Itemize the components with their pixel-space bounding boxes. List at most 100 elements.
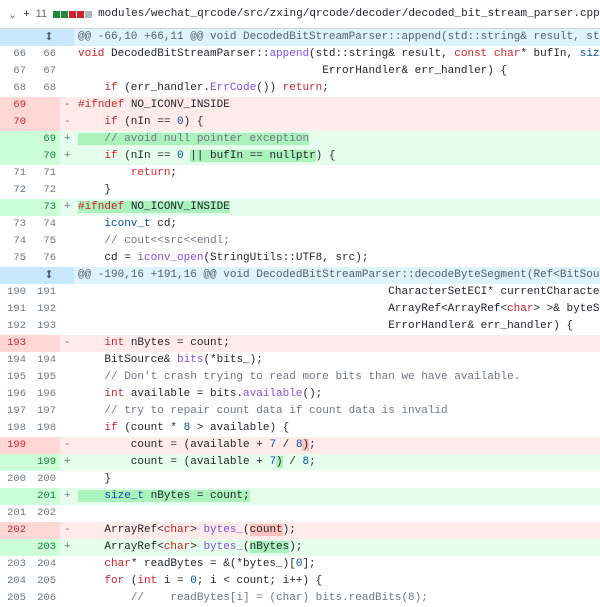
new-line-number[interactable] <box>30 114 60 131</box>
new-line-number[interactable]: 70 <box>30 148 60 165</box>
new-line-number[interactable]: 200 <box>30 471 60 488</box>
code-content[interactable]: int available = bits.available(); <box>74 386 600 403</box>
new-line-number[interactable]: 69 <box>30 131 60 148</box>
expand-icon[interactable] <box>0 29 60 46</box>
code-content[interactable]: #ifndef NO_ICONV_INSIDE <box>74 199 600 216</box>
new-line-number[interactable]: 73 <box>30 199 60 216</box>
code-content[interactable]: BitSource& bits(*bits_); <box>74 352 600 369</box>
old-line-number[interactable] <box>0 488 30 505</box>
new-line-number[interactable] <box>30 97 60 114</box>
new-line-number[interactable]: 193 <box>30 318 60 335</box>
new-line-number[interactable]: 195 <box>30 369 60 386</box>
old-line-number[interactable]: 200 <box>0 471 30 488</box>
old-line-number[interactable]: 196 <box>0 386 30 403</box>
old-line-number[interactable]: 194 <box>0 352 30 369</box>
old-line-number[interactable]: 67 <box>0 63 30 80</box>
old-line-number[interactable]: 193 <box>0 335 30 352</box>
code-content[interactable]: count = (available + 7) / 8; <box>74 454 600 471</box>
old-line-number[interactable] <box>0 539 30 556</box>
old-line-number[interactable]: 199 <box>0 437 30 454</box>
code-content[interactable]: // readBytes[i] = (char) bits.readBits(8… <box>74 590 600 607</box>
old-line-number[interactable]: 71 <box>0 165 30 182</box>
code-content[interactable]: } <box>74 471 600 488</box>
new-line-number[interactable]: 68 <box>30 80 60 97</box>
new-line-number[interactable]: 194 <box>30 352 60 369</box>
new-line-number[interactable]: 203 <box>30 539 60 556</box>
old-line-number[interactable] <box>0 199 30 216</box>
new-line-number[interactable]: 196 <box>30 386 60 403</box>
new-line-number[interactable]: 71 <box>30 165 60 182</box>
old-line-number[interactable]: 195 <box>0 369 30 386</box>
old-line-number[interactable]: 190 <box>0 284 30 301</box>
old-line-number[interactable]: 74 <box>0 233 30 250</box>
new-line-number[interactable]: 191 <box>30 284 60 301</box>
old-line-number[interactable] <box>0 131 30 148</box>
new-line-number[interactable]: 202 <box>30 505 60 522</box>
old-line-number[interactable]: 73 <box>0 216 30 233</box>
new-line-number[interactable]: 66 <box>30 46 60 63</box>
old-line-number[interactable]: 70 <box>0 114 30 131</box>
code-content[interactable]: ArrayRef<char> bytes_(count); <box>74 522 600 539</box>
code-content[interactable]: // Don't crash trying to read more bits … <box>74 369 600 386</box>
code-content[interactable]: CharacterSetECI* currentCharacterSetECI, <box>74 284 600 301</box>
code-content[interactable]: // try to repair count data if count dat… <box>74 403 600 420</box>
code-content[interactable]: char* readBytes = &(*bytes_)[0]; <box>74 556 600 573</box>
new-line-number[interactable]: 205 <box>30 573 60 590</box>
new-line-number[interactable] <box>30 437 60 454</box>
new-line-number[interactable]: 74 <box>30 216 60 233</box>
code-content[interactable]: // cout<<src<<endl; <box>74 233 600 250</box>
new-line-number[interactable]: 197 <box>30 403 60 420</box>
new-line-number[interactable]: 204 <box>30 556 60 573</box>
old-line-number[interactable]: 75 <box>0 250 30 267</box>
code-content[interactable]: ArrayRef<char> bytes_(nBytes); <box>74 539 600 556</box>
code-content[interactable]: if (nIn == 0 || bufIn == nullptr) { <box>74 148 600 165</box>
code-content[interactable]: if (err_handler.ErrCode()) return; <box>74 80 600 97</box>
code-content[interactable]: if (count * 8 > available) { <box>74 420 600 437</box>
expand-icon[interactable] <box>0 267 60 284</box>
old-line-number[interactable]: 201 <box>0 505 30 522</box>
code-content[interactable]: size_t nBytes = count; <box>74 488 600 505</box>
new-line-number[interactable]: 76 <box>30 250 60 267</box>
code-content[interactable] <box>74 505 600 522</box>
new-line-number[interactable]: 206 <box>30 590 60 607</box>
new-line-number[interactable]: 198 <box>30 420 60 437</box>
new-line-number[interactable]: 201 <box>30 488 60 505</box>
old-line-number[interactable]: 72 <box>0 182 30 199</box>
code-content[interactable]: for (int i = 0; i < count; i++) { <box>74 573 600 590</box>
code-content[interactable]: ErrorHandler& err_handler) { <box>74 63 600 80</box>
new-line-number[interactable]: 199 <box>30 454 60 471</box>
code-content[interactable]: return; <box>74 165 600 182</box>
old-line-number[interactable]: 192 <box>0 318 30 335</box>
code-content[interactable]: count = (available + 7 / 8); <box>74 437 600 454</box>
old-line-number[interactable]: 69 <box>0 97 30 114</box>
old-line-number[interactable]: 204 <box>0 573 30 590</box>
old-line-number[interactable]: 191 <box>0 301 30 318</box>
new-line-number[interactable]: 67 <box>30 63 60 80</box>
new-line-number[interactable] <box>30 335 60 352</box>
collapse-toggle[interactable]: ⌄ <box>8 8 17 21</box>
old-line-number[interactable]: 66 <box>0 46 30 63</box>
code-content[interactable]: ErrorHandler& err_handler) { <box>74 318 600 335</box>
new-line-number[interactable]: 192 <box>30 301 60 318</box>
new-line-number[interactable]: 72 <box>30 182 60 199</box>
code-content[interactable]: cd = iconv_open(StringUtils::UTF8, src); <box>74 250 600 267</box>
old-line-number[interactable]: 68 <box>0 80 30 97</box>
old-line-number[interactable]: 203 <box>0 556 30 573</box>
new-line-number[interactable] <box>30 522 60 539</box>
old-line-number[interactable]: 202 <box>0 522 30 539</box>
new-line-number[interactable]: 75 <box>30 233 60 250</box>
code-content[interactable]: } <box>74 182 600 199</box>
file-path[interactable]: modules/wechat_qrcode/src/zxing/qrcode/d… <box>98 8 600 20</box>
old-line-number[interactable] <box>0 148 30 165</box>
old-line-number[interactable]: 205 <box>0 590 30 607</box>
old-line-number[interactable] <box>0 454 30 471</box>
old-line-number[interactable]: 198 <box>0 420 30 437</box>
code-content[interactable]: ArrayRef<ArrayRef<char> >& byteSegments, <box>74 301 600 318</box>
code-content[interactable]: void DecodedBitStreamParser::append(std:… <box>74 46 600 63</box>
code-content[interactable]: if (nIn == 0) { <box>74 114 600 131</box>
code-content[interactable]: // avoid null pointer exception <box>74 131 600 148</box>
code-content[interactable]: #ifndef NO_ICONV_INSIDE <box>74 97 600 114</box>
old-line-number[interactable]: 197 <box>0 403 30 420</box>
code-content[interactable]: iconv_t cd; <box>74 216 600 233</box>
code-content[interactable]: int nBytes = count; <box>74 335 600 352</box>
